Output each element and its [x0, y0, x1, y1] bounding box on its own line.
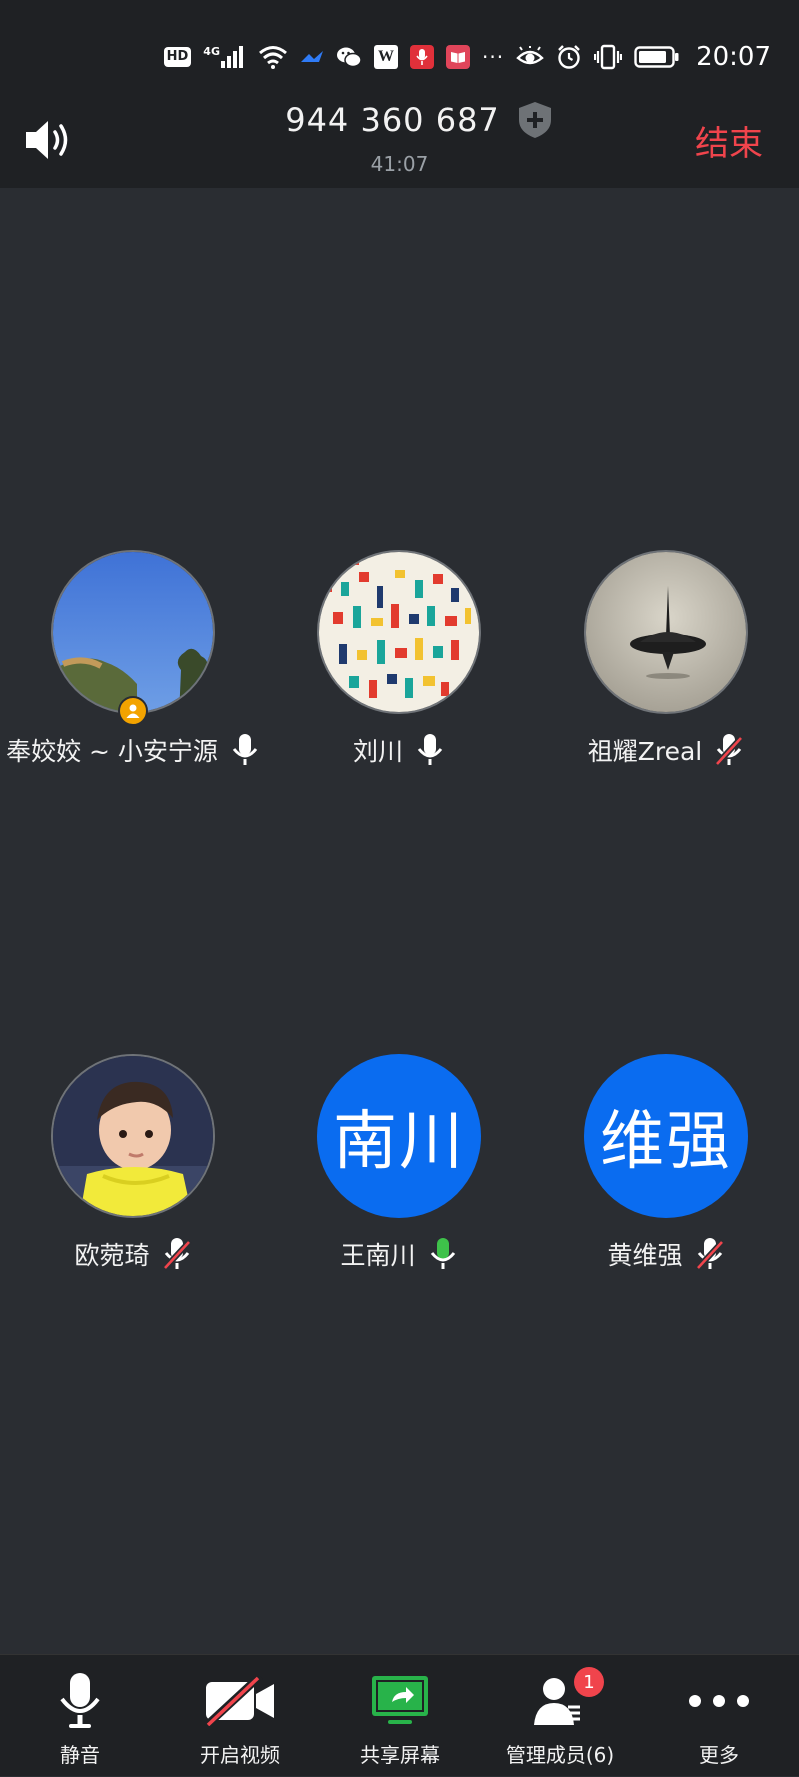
mic-muted-icon — [161, 1237, 192, 1272]
share-screen-button[interactable]: 共享屏幕 — [320, 1655, 480, 1777]
battery-icon — [634, 44, 680, 70]
wps-icon: W — [373, 44, 398, 70]
share-screen-icon — [370, 1671, 430, 1731]
participant-tile[interactable]: 奉姣姣 ~ 小安宁源 — [0, 550, 266, 768]
participant-tile[interactable]: 祖耀Zreal — [533, 550, 799, 768]
participant-name: 奉姣姣 ~ 小安宁源 — [6, 737, 218, 766]
wechat-icon — [336, 44, 362, 70]
wifi-icon — [258, 44, 288, 70]
more-icon — [687, 1671, 751, 1731]
meeting-timer: 41:07 — [370, 152, 429, 176]
meeting-id[interactable]: 944 360 687 — [285, 101, 500, 139]
mic-on-icon — [415, 733, 445, 767]
participant-name: 王南川 — [340, 1241, 416, 1270]
participant-tile[interactable]: 刘川 — [266, 550, 532, 768]
participant-name: 黄维强 — [607, 1241, 683, 1270]
avatar — [51, 550, 215, 714]
members-icon: 1 — [532, 1667, 604, 1731]
participant-name: 祖耀Zreal — [587, 737, 703, 766]
more-dots-icon: ··· — [481, 45, 505, 69]
vibrate-icon — [594, 44, 623, 70]
host-badge-icon — [118, 696, 148, 726]
mic-muted-icon — [714, 733, 745, 768]
video-off-icon — [204, 1671, 276, 1731]
alarm-icon — [556, 44, 582, 70]
more-button[interactable]: 更多 — [639, 1655, 799, 1777]
mic-speaking-icon — [428, 1237, 458, 1271]
status-bar: HD 4G W ··· 20:07 — [0, 0, 799, 92]
end-meeting-button[interactable]: 结束 — [695, 116, 763, 165]
manage-members-label: 管理成员(6) — [505, 1743, 615, 1767]
feishu-icon — [300, 44, 324, 70]
microphone-icon — [58, 1671, 102, 1731]
avatar — [584, 550, 748, 714]
start-video-label: 开启视频 — [200, 1743, 280, 1767]
participant-tile[interactable]: 欧菀琦 — [0, 1054, 266, 1272]
clock: 20:07 — [696, 42, 771, 72]
participant-name: 欧菀琦 — [74, 1241, 150, 1270]
participant-tile[interactable]: 南川 王南川 — [266, 1054, 532, 1272]
hd-icon: HD — [163, 44, 192, 70]
eye-icon — [516, 44, 544, 70]
meeting-toolbar: 静音 开启视频 共享屏幕 1 管理成员(6) 更多 — [0, 1654, 799, 1776]
participant-grid: 奉姣姣 ~ 小安宁源 刘川 祖耀Zreal 欧菀琦 南川 王南川 维强 黄维强 — [0, 188, 799, 1654]
members-badge: 1 — [574, 1667, 604, 1697]
mic-muted-icon — [694, 1237, 725, 1272]
security-shield-icon[interactable] — [516, 100, 554, 140]
4g-signal-icon: 4G — [203, 44, 246, 70]
avatar: 维强 — [584, 1054, 748, 1218]
meeting-header: 944 360 687 41:07 结束 — [0, 92, 799, 188]
participant-name: 刘川 — [352, 737, 403, 766]
recorder-icon — [409, 44, 434, 70]
share-screen-label: 共享屏幕 — [360, 1743, 440, 1767]
start-video-button[interactable]: 开启视频 — [160, 1655, 320, 1777]
more-label: 更多 — [699, 1743, 739, 1767]
book-icon — [445, 44, 470, 70]
mute-button[interactable]: 静音 — [0, 1655, 160, 1777]
avatar — [51, 1054, 215, 1218]
avatar: 南川 — [317, 1054, 481, 1218]
mic-on-icon — [230, 733, 260, 767]
mute-label: 静音 — [60, 1743, 100, 1767]
participant-tile[interactable]: 维强 黄维强 — [533, 1054, 799, 1272]
avatar — [317, 550, 481, 714]
manage-members-button[interactable]: 1 管理成员(6) — [480, 1655, 640, 1777]
